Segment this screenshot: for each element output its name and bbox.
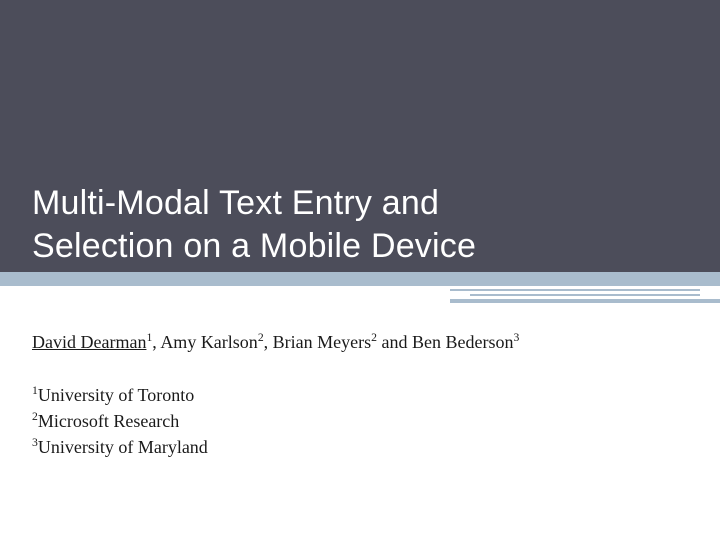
affil-text: Microsoft Research <box>38 411 179 431</box>
author: Brian Meyers <box>273 332 371 352</box>
accent-lines <box>420 286 720 306</box>
accent-line <box>450 299 720 303</box>
accent-line <box>470 294 700 296</box>
affiliation-row: 2Microsoft Research <box>32 408 688 434</box>
author-lead: David Dearman <box>32 332 146 352</box>
sep: and <box>377 332 412 352</box>
affil-text: University of Toronto <box>38 385 194 405</box>
title-line-1: Multi-Modal Text Entry and <box>32 182 688 225</box>
slide: Multi-Modal Text Entry and Selection on … <box>0 0 720 540</box>
accent-line <box>450 289 700 291</box>
affil-text: University of Maryland <box>38 437 208 457</box>
affiliations: 1University of Toronto 2Microsoft Resear… <box>32 382 688 460</box>
slide-title: Multi-Modal Text Entry and Selection on … <box>32 182 688 267</box>
affiliation-row: 1University of Toronto <box>32 382 688 408</box>
title-line-2: Selection on a Mobile Device <box>32 225 688 268</box>
author: Ben Bederson <box>412 332 513 352</box>
author: Amy Karlson <box>160 332 258 352</box>
authors-line: David Dearman1, Amy Karlson2, Brian Meye… <box>32 330 688 354</box>
accent-line <box>440 280 720 286</box>
affiliation-row: 3University of Maryland <box>32 434 688 460</box>
sep: , <box>264 332 273 352</box>
body-text: David Dearman1, Amy Karlson2, Brian Meye… <box>32 330 688 461</box>
author-sup: 3 <box>513 331 519 344</box>
